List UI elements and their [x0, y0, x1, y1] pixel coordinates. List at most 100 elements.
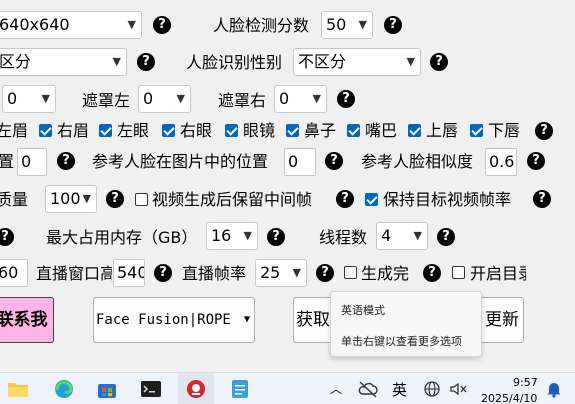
ref-similarity-label: 参考人脸相似度: [361, 152, 474, 171]
face-score-value: 50: [326, 15, 347, 34]
face-position-input[interactable]: 0: [17, 148, 47, 176]
face-score-select[interactable]: 50 ▼: [321, 11, 373, 39]
face-part-checkbox[interactable]: [39, 124, 52, 137]
face-part-label: 鼻子: [304, 121, 337, 140]
help-icon[interactable]: ?: [423, 264, 441, 282]
live-width-input[interactable]: 60: [0, 259, 28, 287]
chevron-down-icon: ▼: [176, 92, 185, 105]
chevron-down-icon: ▼: [292, 266, 301, 279]
chevron-down-icon: ▼: [312, 92, 321, 105]
face-part-label: 上唇: [426, 121, 459, 140]
update-button[interactable]: 更新: [478, 297, 524, 343]
ref-position-label: 参考人脸在图片中的位置: [92, 152, 269, 171]
ime-tooltip: 英语模式 单击右键以查看更多选项: [330, 291, 482, 357]
live-fps-select[interactable]: 25 ▼: [255, 259, 307, 287]
help-icon[interactable]: ?: [527, 152, 545, 170]
help-icon[interactable]: ?: [57, 152, 75, 170]
app-window: 640x640 ▼ ? 人脸检测分数 50 ▼ ? 区分 ▼ ? 人脸识别性别 …: [0, 0, 575, 372]
face-gender-value: 不区分: [298, 52, 347, 71]
live-window-input[interactable]: 540: [113, 259, 145, 287]
store-icon[interactable]: [96, 379, 118, 399]
clock-date[interactable]: 2025/4/10: [481, 392, 537, 404]
fetch-button[interactable]: 获取: [293, 297, 333, 343]
quality-value: 100: [50, 189, 81, 208]
help-icon[interactable]: ?: [430, 53, 448, 71]
file-explorer-icon[interactable]: [7, 379, 29, 399]
help-icon[interactable]: ?: [437, 228, 455, 246]
chevron-up-icon[interactable]: ︿: [330, 380, 342, 397]
mask-right-label: 遮罩右: [218, 91, 267, 110]
network-globe-icon[interactable]: [422, 379, 444, 399]
face-part-checkbox[interactable]: [470, 124, 483, 137]
contact-button[interactable]: 联系我: [0, 297, 54, 343]
clock-time[interactable]: 9:57: [513, 376, 538, 389]
gender-select[interactable]: 区分 ▼: [0, 48, 127, 76]
face-part-label: 嘴巴: [365, 121, 398, 140]
mask-top-select[interactable]: 0 ▼: [2, 85, 56, 113]
face-score-label: 人脸检测分数: [213, 16, 310, 35]
face-part-checkbox[interactable]: [225, 124, 238, 137]
resolution-select[interactable]: 640x640 ▼: [0, 11, 142, 39]
mask-left-value: 0: [143, 89, 154, 108]
mask-left-label: 遮罩左: [82, 91, 131, 110]
app-icon[interactable]: [185, 379, 207, 399]
edge-browser-icon[interactable]: [53, 379, 75, 399]
chevron-down-icon: ▼: [41, 92, 50, 105]
generate-done-checkbox[interactable]: [344, 266, 357, 279]
help-icon[interactable]: ?: [137, 53, 155, 71]
threads-value: 4: [381, 226, 392, 245]
mask-right-select[interactable]: 0 ▼: [274, 85, 327, 113]
max-memory-label: 最大占用内存（GB）: [46, 228, 198, 247]
live-window-label: 直播窗口高: [36, 264, 112, 283]
help-icon[interactable]: ?: [154, 264, 172, 282]
help-icon[interactable]: ?: [325, 152, 343, 170]
generate-done-label: 生成完: [361, 264, 410, 283]
help-icon[interactable]: ?: [106, 190, 124, 208]
face-part-label: 右眉: [57, 121, 90, 140]
face-part-label: 眼镜: [243, 121, 276, 140]
engine-select[interactable]: Face Fusion|ROPE ▼: [93, 297, 255, 343]
open-dir-checkbox[interactable]: [452, 266, 465, 279]
mask-top-value: 0: [7, 89, 18, 108]
help-icon[interactable]: ?: [533, 190, 551, 208]
face-gender-select[interactable]: 不区分 ▼: [293, 48, 421, 76]
keep-frames-checkbox[interactable]: [135, 193, 148, 206]
taskbar: ︿ 英 9:57 2025/4/10: [0, 372, 575, 404]
chevron-down-icon: ▼: [406, 55, 415, 68]
face-part-checkbox[interactable]: [99, 124, 112, 137]
face-part-checkbox[interactable]: [286, 124, 299, 137]
face-part-label: 右眼: [180, 121, 213, 140]
threads-select[interactable]: 4 ▼: [376, 222, 428, 250]
chevron-down-icon: ▼: [112, 55, 121, 68]
quality-select[interactable]: 100 ▼: [45, 185, 97, 213]
face-part-checkbox[interactable]: [162, 124, 175, 137]
help-icon[interactable]: ?: [535, 122, 553, 140]
chevron-down-icon: ▼: [127, 18, 136, 31]
help-icon[interactable]: ?: [337, 90, 355, 108]
mask-right-value: 0: [279, 89, 290, 108]
ref-position-input[interactable]: 0: [284, 148, 316, 176]
max-memory-value: 16: [211, 226, 232, 245]
help-icon[interactable]: ?: [0, 228, 14, 246]
resolution-select-value: 640x640: [0, 15, 70, 34]
notification-bell-icon[interactable]: [543, 379, 565, 399]
notepad-icon[interactable]: [229, 379, 251, 399]
help-icon[interactable]: ?: [384, 16, 402, 34]
help-icon[interactable]: ?: [153, 16, 171, 34]
help-icon[interactable]: ?: [316, 264, 334, 282]
face-part-checkbox[interactable]: [347, 124, 360, 137]
mask-left-select[interactable]: 0 ▼: [138, 85, 191, 113]
cloud-off-icon[interactable]: [357, 379, 379, 399]
face-part-checkbox[interactable]: [408, 124, 421, 137]
help-icon[interactable]: ?: [267, 228, 285, 246]
help-icon[interactable]: ?: [336, 190, 354, 208]
chevron-down-icon: ▼: [243, 229, 252, 242]
terminal-icon[interactable]: [140, 379, 162, 399]
keep-fps-checkbox[interactable]: [365, 193, 378, 206]
ref-similarity-input[interactable]: 0.6: [485, 148, 517, 176]
volume-muted-icon[interactable]: [448, 379, 470, 399]
chevron-down-icon: ▼: [358, 18, 367, 31]
max-memory-select[interactable]: 16 ▼: [206, 222, 258, 250]
chevron-down-icon: ▼: [413, 229, 422, 242]
ime-indicator[interactable]: 英: [392, 379, 407, 400]
